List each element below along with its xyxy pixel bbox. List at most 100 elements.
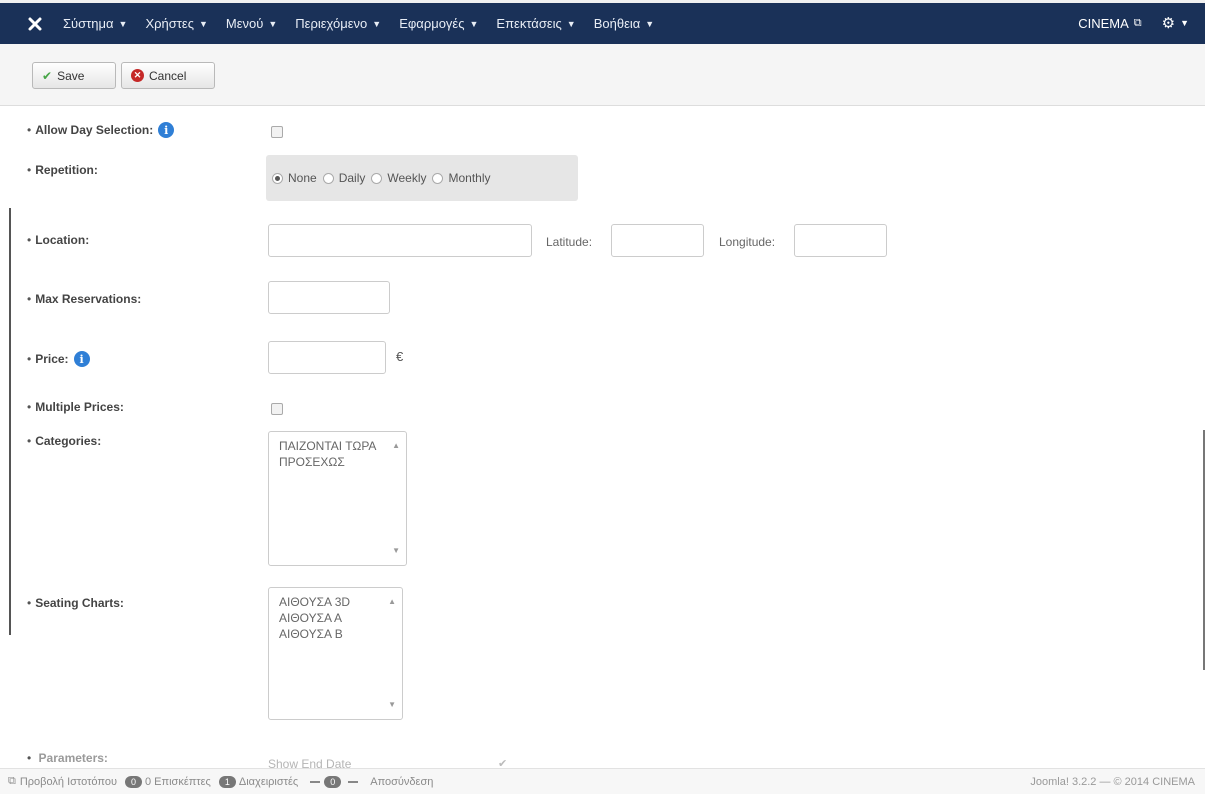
bullet: •: [27, 352, 32, 366]
radio-label-none: None: [288, 171, 317, 185]
mail-icon: [310, 780, 321, 783]
max-reservations-input[interactable]: [268, 281, 390, 314]
cancel-icon: ✕: [131, 69, 144, 82]
divider: [348, 780, 359, 783]
scroll-down-icon[interactable]: ▼: [388, 697, 396, 713]
categories-select[interactable]: ΠΑΙΖΟΝΤΑΙ ΤΩΡΑ ΠΡΟΣΕΧΩΣ ▲ ▼: [268, 431, 407, 566]
save-label: Save: [57, 68, 85, 83]
latitude-input[interactable]: [611, 224, 704, 257]
seating-charts-select[interactable]: ΑΙΘΟΥΣΑ 3D ΑΙΘΟΥΣΑ Α ΑΙΘΟΥΣΑ Β ▲ ▼: [268, 587, 403, 720]
bullet: •: [27, 123, 32, 137]
info-icon[interactable]: i: [73, 351, 90, 367]
menu-label: Περιεχόμενο: [295, 16, 368, 31]
allow-day-selection-checkbox[interactable]: [271, 126, 283, 138]
label-text: Categories:: [35, 434, 102, 448]
caret-down-icon: ▼: [118, 18, 128, 29]
settings-menu[interactable]: ⚙ ▼: [1156, 14, 1195, 32]
visitors-count-badge: 0: [124, 775, 142, 788]
menu-label: Σύστημα: [63, 16, 114, 31]
menu-components[interactable]: Εφαρμογές ▼: [390, 4, 487, 44]
seating-charts-option[interactable]: ΑΙΘΟΥΣΑ Β: [279, 626, 392, 642]
latitude-label: Latitude:: [546, 235, 593, 249]
radio-monthly[interactable]: [432, 172, 444, 184]
repetition-label: • Repetition:: [27, 163, 98, 177]
menu-users[interactable]: Χρήστες ▼: [136, 4, 216, 44]
logout-label: Αποσύνδεση: [370, 775, 434, 788]
label-text: Parameters:: [38, 751, 108, 765]
longitude-input[interactable]: [794, 224, 887, 257]
seating-charts-option[interactable]: ΑΙΘΟΥΣΑ Α: [279, 610, 392, 626]
label-text: Repetition:: [35, 163, 98, 177]
scroll-up-icon[interactable]: ▲: [392, 438, 400, 454]
categories-option[interactable]: ΠΡΟΣΕΧΩΣ: [279, 454, 396, 470]
categories-label: • Categories:: [27, 434, 101, 448]
menu-content[interactable]: Περιεχόμενο ▼: [286, 4, 390, 44]
seating-charts-option[interactable]: ΑΙΘΟΥΣΑ 3D: [279, 594, 392, 610]
messages-status: 0: [306, 775, 362, 788]
external-link-icon: ⧉: [8, 775, 16, 787]
cancel-button[interactable]: ✕ Cancel: [121, 62, 215, 89]
divider: [9, 208, 11, 635]
menu-system[interactable]: Σύστημα ▼: [54, 4, 136, 44]
info-icon[interactable]: i: [158, 122, 175, 138]
location-input[interactable]: [268, 224, 532, 257]
menu-label: Βοήθεια: [593, 16, 641, 31]
radio-none[interactable]: [272, 172, 283, 184]
cancel-label: Cancel: [149, 68, 187, 83]
scroll-up-icon[interactable]: ▲: [388, 594, 396, 610]
bullet: •: [27, 292, 32, 306]
bullet: •: [27, 233, 32, 247]
admins-label: Διαχειριστές: [238, 775, 299, 788]
categories-option[interactable]: ΠΑΙΖΟΝΤΑΙ ΤΩΡΑ: [279, 438, 396, 454]
site-link[interactable]: CINEMA ⧉: [1064, 16, 1155, 31]
caret-down-icon: ▼: [469, 18, 479, 29]
radio-weekly[interactable]: [371, 172, 383, 184]
messages-count-badge: 0: [324, 775, 342, 788]
navbar-right: CINEMA ⧉ ⚙ ▼: [1064, 3, 1195, 43]
radio-daily[interactable]: [322, 172, 334, 184]
radio-label-weekly: Weekly: [387, 171, 427, 185]
menu-label: Χρήστες: [145, 16, 194, 31]
menu-label: Μενού: [225, 16, 264, 31]
admins-status: 1 Διαχειριστές: [218, 775, 299, 788]
menu-label: Επεκτάσεις: [496, 16, 562, 31]
logout-link[interactable]: Αποσύνδεση: [370, 776, 433, 788]
parameters-label: • Parameters:: [27, 751, 108, 765]
bullet: •: [27, 434, 32, 448]
checkmark-icon: ✔: [42, 68, 53, 83]
top-navbar: Σύστημα ▼ Χρήστες ▼ Μενού ▼ Περιεχόμενο ▼ Εφ…: [0, 0, 1205, 44]
caret-down-icon: ▼: [566, 18, 576, 29]
menu-extensions[interactable]: Επεκτάσεις ▼: [487, 4, 584, 44]
price-label: • Price: i: [27, 351, 90, 367]
price-input[interactable]: [268, 341, 386, 374]
menu-menus[interactable]: Μενού ▼: [217, 4, 286, 44]
visitors-status: 0 0 Επισκέπτες: [124, 775, 211, 788]
menu-help[interactable]: Βοήθεια ▼: [585, 4, 663, 44]
version-text: Joomla! 3.2.2 — © 2014 CINEMA: [1030, 775, 1195, 788]
label-text: Location:: [35, 233, 90, 247]
location-label: • Location:: [27, 233, 89, 247]
gear-icon: ⚙: [1161, 15, 1176, 32]
radio-label-daily: Daily: [338, 171, 366, 185]
longitude-label: Longitude:: [719, 235, 776, 249]
multiple-prices-label: • Multiple Prices:: [27, 400, 124, 414]
caret-down-icon: ▼: [645, 18, 655, 29]
max-reservations-label: • Max Reservations:: [27, 292, 141, 306]
label-text: Max Reservations:: [35, 292, 142, 306]
joomla-logo-icon[interactable]: [16, 4, 54, 44]
toolbar: ✔ Save ✕ Cancel: [0, 44, 1205, 106]
caret-down-icon: ▼: [1180, 18, 1189, 28]
bullet: •: [27, 163, 32, 177]
menu-label: Εφαρμογές: [399, 16, 465, 31]
main-menu: Σύστημα ▼ Χρήστες ▼ Μενού ▼ Περιεχόμενο ▼ Εφ…: [54, 4, 663, 44]
multiple-prices-checkbox[interactable]: [271, 403, 283, 415]
view-site-link[interactable]: ⧉ Προβολή Ιστοτόπου: [8, 775, 117, 788]
scroll-down-icon[interactable]: ▼: [392, 543, 400, 559]
seating-charts-label: • Seating Charts:: [27, 596, 124, 610]
bullet: •: [27, 400, 32, 414]
caret-down-icon: ▼: [198, 18, 208, 29]
save-button[interactable]: ✔ Save: [32, 62, 116, 89]
view-site-label: Προβολή Ιστοτόπου: [19, 775, 117, 788]
radio-label-monthly: Monthly: [448, 171, 491, 185]
label-text: Price:: [35, 352, 69, 366]
